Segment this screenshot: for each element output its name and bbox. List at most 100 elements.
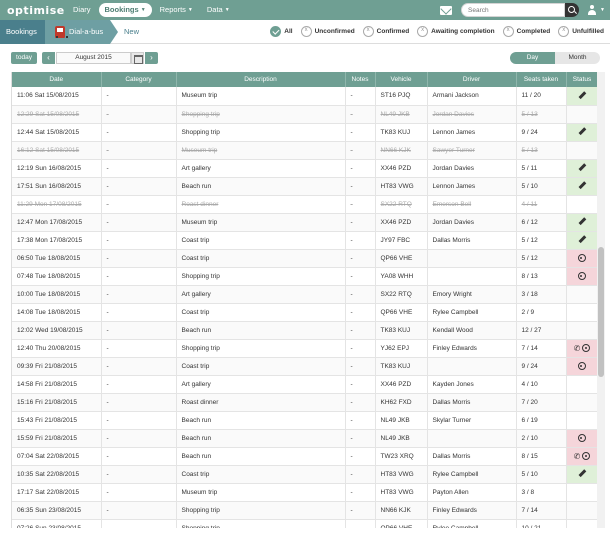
column-header-notes[interactable]: Notes: [345, 72, 376, 87]
pencil-icon[interactable]: [578, 469, 586, 477]
pencil-icon[interactable]: [578, 163, 586, 171]
column-header-driver[interactable]: Driver: [427, 72, 517, 87]
pencil-icon[interactable]: [578, 127, 586, 135]
table-row[interactable]: 14:58 Fri 21/08/2015- Art gallery - XX46 PZ…: [12, 375, 597, 394]
nav-reports[interactable]: Reports ▼: [154, 3, 199, 17]
table-row[interactable]: 09:39 Fri 21/08/2015- Coast trip - TK83 KUJ…: [12, 357, 597, 376]
column-header-vehicle[interactable]: Vehicle: [375, 72, 428, 87]
table-row[interactable]: 12:40 Thu 20/08/2015- Shopping trip - YJ62 …: [12, 339, 597, 358]
filter-all[interactable]: All: [270, 26, 293, 37]
table-row[interactable]: 17:17 Sat 22/08/2015- Museum trip - HT83 VW…: [12, 483, 597, 502]
wheelchair-icon: [582, 344, 591, 352]
cell-category: -: [101, 195, 177, 214]
table-row[interactable]: 07:48 Tue 18/08/2015- Shopping trip - YA08 …: [12, 267, 597, 286]
cell-description: Museum trip: [176, 141, 346, 160]
cross-icon: [300, 26, 312, 37]
cell-date: 12:19 Sun 16/08/2015: [12, 159, 102, 178]
pencil-icon[interactable]: [578, 235, 586, 243]
cell-date: 12:29 Sat 15/08/2015: [12, 105, 102, 124]
cell-description: Beach run: [176, 177, 346, 196]
table-row[interactable]: 12:44 Sat 15/08/2015- Shopping trip - TK83 …: [12, 123, 597, 142]
scrollbar-thumb[interactable]: [598, 247, 604, 377]
view-month-button[interactable]: Month: [555, 52, 600, 64]
wheelchair-icon: [578, 272, 586, 280]
breadcrumb-bookings[interactable]: Bookings: [0, 20, 53, 44]
today-button[interactable]: today: [11, 52, 37, 64]
filter-confirmed[interactable]: Confirmed: [362, 26, 409, 37]
table-row[interactable]: 15:16 Fri 21/08/2015- Roast dinner - KH62 F…: [12, 393, 597, 412]
cell-notes: -: [345, 231, 376, 250]
breadcrumb-dial-a-bus[interactable]: Dial-a-bus: [45, 20, 118, 44]
table-row[interactable]: 14:08 Tue 18/08/2015- Coast trip - QP66 VHE…: [12, 303, 597, 322]
cell-vehicle: SX22 RTQ: [375, 195, 428, 214]
table-row[interactable]: 10:35 Sat 22/08/2015- Coast trip - HT83 VWG…: [12, 465, 597, 484]
cell-date: 11:29 Mon 17/08/2015: [12, 195, 102, 214]
column-header-category[interactable]: Category: [101, 72, 177, 87]
cell-vehicle: XX46 PZD: [375, 213, 428, 232]
column-header-date[interactable]: Date: [12, 72, 102, 87]
pencil-icon[interactable]: [578, 181, 586, 189]
table-row[interactable]: 16:12 Sat 15/08/2015- Museum trip - NN66 KJ…: [12, 141, 597, 160]
cell-description: Shopping trip: [176, 501, 346, 520]
cell-status: [566, 141, 597, 160]
column-header-seats[interactable]: Seats taken: [516, 72, 567, 87]
cell-notes: -: [345, 105, 376, 124]
filter-completed[interactable]: Completed: [502, 26, 550, 37]
pencil-icon[interactable]: [578, 91, 586, 99]
cell-date: 06:35 Sun 23/08/2015: [12, 501, 102, 520]
caret-down-icon: ▼: [187, 7, 193, 14]
user-icon[interactable]: [587, 5, 597, 15]
table-row[interactable]: 12:47 Mon 17/08/2015- Museum trip - XX46 PZ…: [12, 213, 597, 232]
nav-bookings[interactable]: Bookings ▼: [98, 3, 152, 17]
bookings-table-container: Date Category Description Notes Vehicle …: [11, 72, 597, 528]
table-row[interactable]: 15:59 Fri 21/08/2015- Beach run - NL49 JKB 2…: [12, 429, 597, 448]
search-icon[interactable]: [565, 3, 580, 17]
table-row[interactable]: 17:38 Mon 17/08/2015- Coast trip - JY97 FBC…: [12, 231, 597, 250]
cell-description: Art gallery: [176, 159, 346, 178]
cell-vehicle: TW23 XRQ: [375, 447, 428, 466]
calendar-icon[interactable]: [131, 52, 144, 64]
table-row[interactable]: 07:26 Sun 23/08/2015- Shopping trip - QP66 …: [12, 519, 597, 528]
month-picker-input[interactable]: August 2015: [56, 52, 131, 64]
table-row[interactable]: 07:04 Sat 22/08/2015- Beach run - TW23 XRQ D…: [12, 447, 597, 466]
caret-down-icon[interactable]: ▼: [600, 7, 605, 13]
prev-month-button[interactable]: ‹: [42, 52, 55, 64]
nav-data[interactable]: Data ▼: [201, 3, 236, 17]
column-header-status[interactable]: Status: [566, 72, 597, 87]
search-input[interactable]: [461, 3, 566, 17]
cell-driver: Jordan Davies: [427, 213, 517, 232]
cell-vehicle: NN66 KJK: [375, 141, 428, 160]
next-month-button[interactable]: ›: [145, 52, 158, 64]
scrollbar[interactable]: [597, 72, 605, 528]
nav-diary[interactable]: Diary: [67, 3, 97, 17]
table-row[interactable]: 06:35 Sun 23/08/2015- Shopping trip - NN66 …: [12, 501, 597, 520]
new-booking-link[interactable]: New: [124, 20, 139, 44]
cell-driver: Kendall Wood: [427, 321, 517, 340]
filter-unconfirmed[interactable]: Unconfirmed: [300, 26, 355, 37]
table-row[interactable]: 15:43 Fri 21/08/2015- Beach run - NL49 JKB S…: [12, 411, 597, 430]
table-row[interactable]: 12:29 Sat 15/08/2015- Shopping trip - NL49 …: [12, 105, 597, 124]
cell-vehicle: YJ62 EPJ: [375, 339, 428, 358]
column-header-description[interactable]: Description: [176, 72, 346, 87]
cell-category: -: [101, 231, 177, 250]
cell-date: 14:08 Tue 18/08/2015: [12, 303, 102, 322]
mail-icon[interactable]: [440, 5, 453, 15]
table-row[interactable]: 17:51 Sun 16/08/2015- Beach run - HT83 VWG L…: [12, 177, 597, 196]
table-row[interactable]: 12:02 Wed 19/08/2015- Beach run - TK83 KUJ K…: [12, 321, 597, 340]
pencil-icon[interactable]: [578, 217, 586, 225]
table-row[interactable]: 11:29 Mon 17/08/2015- Roast dinner - SX22 R…: [12, 195, 597, 214]
table-row[interactable]: 10:00 Tue 18/08/2015- Art gallery - SX22 RT…: [12, 285, 597, 304]
table-row[interactable]: 06:50 Tue 18/08/2015- Coast trip - QP66 VHE…: [12, 249, 597, 268]
app-logo[interactable]: optimise: [7, 4, 67, 17]
cell-category: -: [101, 375, 177, 394]
filter-unfulfilled[interactable]: Unfulfilled: [558, 26, 604, 37]
cell-category: -: [101, 303, 177, 322]
table-row[interactable]: 11:06 Sat 15/08/2015- Museum trip - ST16 PJ…: [12, 87, 597, 106]
cell-seats: 7 / 20: [516, 393, 567, 412]
bus-icon: [55, 26, 68, 38]
view-day-button[interactable]: Day: [510, 52, 555, 64]
cell-category: -: [101, 339, 177, 358]
table-row[interactable]: 12:19 Sun 16/08/2015- Art gallery - XX46 PZ…: [12, 159, 597, 178]
phone-icon: ✆: [573, 451, 581, 461]
filter-awaiting-completion[interactable]: Awaiting completion: [417, 26, 495, 37]
